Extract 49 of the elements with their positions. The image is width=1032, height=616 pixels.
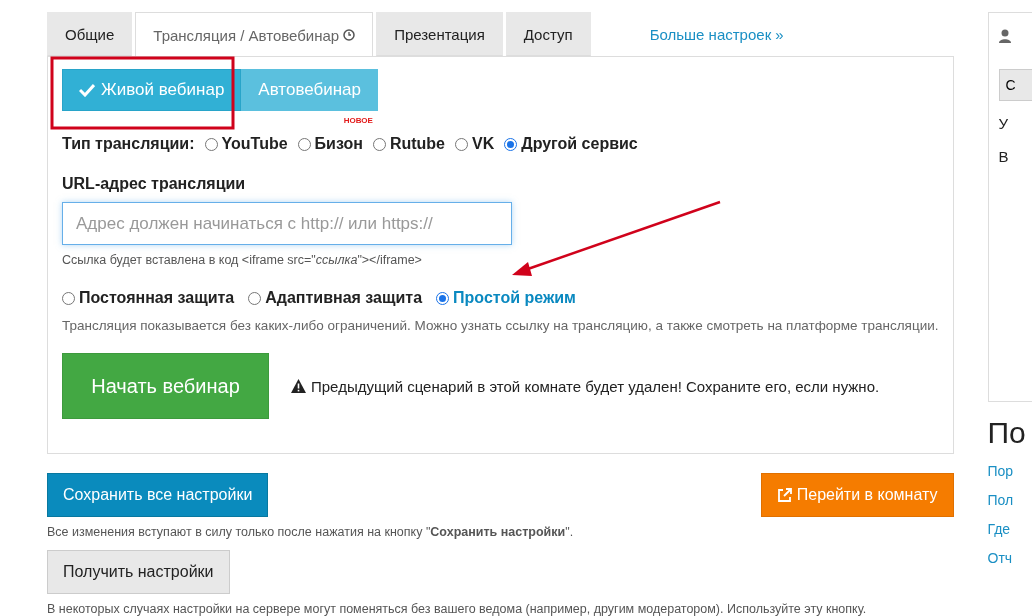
get-note: В некоторых случаях настройки на сервере могут поменяться без вашего ведома (например, другим модератором). Используйте эту кнопку. bbox=[47, 602, 868, 616]
option-label: VK bbox=[472, 135, 495, 153]
tab[interactable]: Презентация bbox=[376, 12, 503, 56]
external-link-icon bbox=[776, 487, 792, 503]
save-note: Все изменения вступают в силу только после нажатия на кнопку "Сохранить настройки". bbox=[47, 525, 575, 539]
option-label: YouTube bbox=[221, 135, 288, 153]
option-label: Другой сервис bbox=[521, 135, 638, 153]
radio-button[interactable] bbox=[204, 137, 218, 151]
stream-type-label: Тип трансляции: bbox=[62, 135, 195, 153]
mode-button[interactable]: Автовебинар bbox=[241, 69, 379, 111]
radio-button[interactable] bbox=[248, 291, 262, 305]
radio-button[interactable] bbox=[372, 137, 386, 151]
radio-button[interactable] bbox=[455, 137, 468, 151]
new-label: НОВОЕ bbox=[343, 116, 373, 125]
option-label: Rutube bbox=[389, 135, 445, 153]
get-settings-button[interactable]: Получить настройки bbox=[47, 550, 230, 594]
user-icon bbox=[998, 29, 1011, 43]
side-link[interactable]: Пол bbox=[987, 492, 1032, 508]
radio-button[interactable] bbox=[62, 291, 75, 305]
check-icon bbox=[79, 83, 95, 97]
option-label: Адаптивная защита bbox=[265, 289, 423, 307]
tab[interactable]: Доступ bbox=[505, 12, 591, 56]
side-text: У bbox=[998, 115, 1010, 132]
url-field[interactable]: Адрес должен начинаться с http:// или https:// bbox=[62, 202, 512, 245]
side-text: В bbox=[998, 148, 1010, 165]
side-link[interactable]: Где bbox=[987, 521, 1032, 537]
radio-button[interactable] bbox=[504, 137, 518, 151]
side-heading: По bbox=[987, 416, 1027, 450]
clock-icon bbox=[343, 29, 356, 41]
description-text: Трансляция показывается без каких-либо ограничений. Можно узнать ссылку на трансляцию, а также смотреть на платформе трансляции. bbox=[62, 318, 939, 333]
hint-text: Ссылка будет вставлена в код <iframe src="ссылка"></iframe> bbox=[62, 253, 423, 267]
more-settings-link[interactable]: Больше настроек » bbox=[649, 25, 784, 43]
side-link[interactable]: Отч bbox=[987, 550, 1032, 566]
radio-button[interactable] bbox=[297, 137, 311, 151]
url-label: URL-адрес трансляции bbox=[62, 175, 247, 193]
option-label: Постоянная защита bbox=[79, 289, 235, 307]
start-webinar-button[interactable]: Начать вебинар bbox=[62, 353, 269, 419]
option-label: Простой режим bbox=[453, 289, 576, 307]
tab[interactable]: Общие bbox=[47, 12, 133, 56]
mode-button[interactable]: Живой вебинар bbox=[62, 69, 242, 111]
option-label: Бизон bbox=[314, 135, 363, 153]
warning-text: Предыдущий сценарий в этой комнате будет удален! Сохраните его, если нужно. bbox=[311, 377, 880, 395]
tab[interactable]: Трансляция / Автовебинар bbox=[135, 12, 374, 57]
side-button[interactable]: С bbox=[998, 69, 1032, 101]
save-button[interactable]: Сохранить все настройки bbox=[47, 473, 269, 517]
room-button[interactable]: Перейти в комнату bbox=[760, 473, 954, 517]
warning-icon bbox=[291, 379, 306, 393]
side-link[interactable]: Пор bbox=[987, 463, 1032, 479]
radio-button[interactable] bbox=[436, 291, 450, 305]
